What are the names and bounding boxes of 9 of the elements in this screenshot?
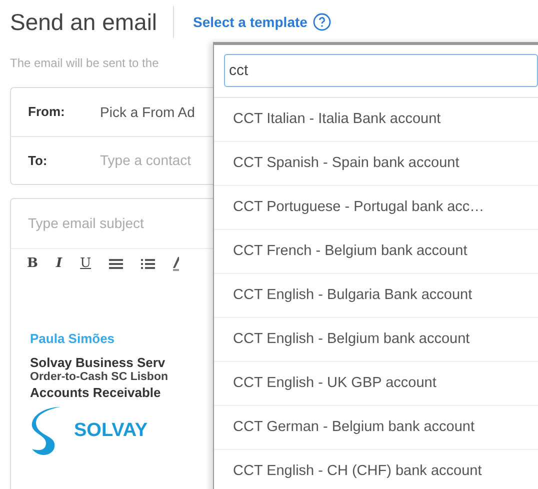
signature-name: Paula Simões (30, 330, 115, 348)
subtitle: The email will be sent to the (10, 55, 159, 72)
field-label: From: (28, 103, 66, 122)
field-label: To: (28, 152, 48, 170)
logo-wordmark: SOLVAY (74, 419, 148, 444)
signature-company: Solvay Business Serv (30, 354, 166, 370)
signature-unit: Order-to-Cash SC Lisbon (30, 370, 168, 384)
signature-department: Accounts Receivable (30, 384, 161, 400)
page-title: Send an email (10, 8, 158, 37)
